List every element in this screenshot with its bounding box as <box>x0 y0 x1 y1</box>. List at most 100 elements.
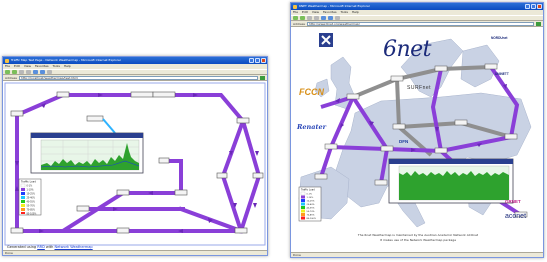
node[interactable] <box>130 91 154 98</box>
menu-favorites[interactable]: Favorites <box>35 64 49 69</box>
graph-area <box>399 171 509 200</box>
node[interactable] <box>434 65 448 72</box>
address-label: Address <box>5 75 17 80</box>
link-top-right[interactable] <box>151 93 246 124</box>
back-icon[interactable] <box>293 16 298 20</box>
menu-file[interactable]: File <box>293 10 298 15</box>
search-icon[interactable] <box>40 70 45 74</box>
menu-file[interactable]: File <box>5 64 10 69</box>
menu-tools[interactable]: Tools <box>341 10 348 15</box>
forward-icon[interactable] <box>12 70 17 74</box>
stop-icon[interactable] <box>307 16 312 20</box>
node[interactable] <box>252 172 264 179</box>
node[interactable] <box>236 117 250 124</box>
status-bar: Done <box>291 252 543 257</box>
6net-x-icon <box>319 33 333 47</box>
node[interactable] <box>374 179 388 186</box>
weathermap-link[interactable]: Network Weathermap <box>54 245 92 249</box>
node[interactable] <box>324 143 338 150</box>
uninett-logo: UNINETT <box>495 72 509 76</box>
grey-link[interactable] <box>440 65 492 71</box>
node[interactable] <box>86 115 104 122</box>
link-top-left[interactable] <box>14 93 133 118</box>
legend-label: 1-10% <box>27 189 34 192</box>
legend-label: 40-55% <box>27 201 35 204</box>
address-input[interactable]: http://www.6net.org/weathermap/ <box>306 21 534 26</box>
node[interactable] <box>152 91 176 98</box>
stop-icon[interactable] <box>19 70 24 74</box>
grnet-logo: GRNET <box>505 199 521 204</box>
node[interactable] <box>234 227 248 234</box>
node[interactable] <box>434 147 448 154</box>
favorites-icon[interactable] <box>335 16 340 20</box>
address-input[interactable]: http://localhost/weathermap/test.html <box>18 75 258 80</box>
maximize-button[interactable] <box>531 4 536 9</box>
node[interactable] <box>454 119 468 126</box>
node[interactable] <box>216 172 228 179</box>
node[interactable] <box>174 189 188 196</box>
go-button[interactable] <box>260 75 265 80</box>
forward-icon[interactable] <box>300 16 305 20</box>
go-button[interactable] <box>536 21 541 26</box>
dfn-logo: DFN <box>399 139 409 144</box>
menu-view[interactable]: View <box>24 64 31 69</box>
legend-label: 25-40% <box>307 204 315 206</box>
page-content: Traffic Load 0-1% 1-10% 10-25% 25-40% 40… <box>3 81 267 250</box>
legend-label: 25-40% <box>27 197 35 200</box>
legend-label: 85-100% <box>27 213 37 216</box>
surfnet-logo: SURFnet <box>407 85 432 91</box>
node[interactable] <box>484 63 498 70</box>
footer-credit: Generated using RRD with Network Weather… <box>7 245 93 249</box>
close-button[interactable] <box>261 58 266 63</box>
node[interactable] <box>76 205 90 212</box>
browser-window-right: 6NET Weathermap - Microsoft Internet Exp… <box>290 2 544 258</box>
node[interactable] <box>504 133 518 140</box>
legend-label: 1-10% <box>307 197 314 199</box>
node[interactable] <box>390 75 404 82</box>
node[interactable] <box>314 173 328 180</box>
legend-label: 70-85% <box>307 214 315 216</box>
credit-line-2: It makes use of the Network Weathermap p… <box>379 238 457 242</box>
menu-help[interactable]: Help <box>64 64 71 69</box>
home-icon[interactable] <box>321 16 326 20</box>
traffic-graph-popup <box>388 158 514 204</box>
back-icon[interactable] <box>5 70 10 74</box>
link[interactable] <box>330 145 388 151</box>
refresh-icon[interactable] <box>314 16 319 20</box>
node[interactable] <box>10 110 24 117</box>
traffic-graph-popup <box>30 132 144 174</box>
menu-edit[interactable]: Edit <box>14 64 20 69</box>
node[interactable] <box>158 157 170 164</box>
menu-tools[interactable]: Tools <box>53 64 60 69</box>
node[interactable] <box>56 91 70 98</box>
maximize-button[interactable] <box>255 58 260 63</box>
browser-window-left: Traffic Map Test Page - Network Weatherm… <box>2 56 268 256</box>
minimize-button[interactable] <box>249 58 254 63</box>
node[interactable] <box>10 227 24 234</box>
node[interactable] <box>392 123 406 130</box>
menu-view[interactable]: View <box>312 10 319 15</box>
search-icon[interactable] <box>328 16 333 20</box>
menu-edit[interactable]: Edit <box>302 10 308 15</box>
node[interactable] <box>346 93 360 100</box>
close-button[interactable] <box>537 4 542 9</box>
legend-label: 55-70% <box>27 205 35 208</box>
fccn-logo: FCCN <box>299 87 324 97</box>
menu-help[interactable]: Help <box>352 10 359 15</box>
favorites-icon[interactable] <box>47 70 52 74</box>
refresh-icon[interactable] <box>26 70 31 74</box>
link-center-loop[interactable] <box>161 159 183 195</box>
node[interactable] <box>116 189 130 196</box>
legend-label: 85-100% <box>307 218 316 220</box>
title-bar[interactable]: Traffic Map Test Page - Network Weatherm… <box>3 57 267 64</box>
title-bar[interactable]: 6NET Weathermap - Microsoft Internet Exp… <box>291 3 543 10</box>
weathermap-left: Traffic Load 0-1% 1-10% 10-25% 25-40% 40… <box>4 82 266 246</box>
popup-pointer <box>102 118 116 134</box>
node[interactable] <box>116 227 130 234</box>
grey-link[interactable] <box>395 78 401 128</box>
minimize-button[interactable] <box>525 4 530 9</box>
home-icon[interactable] <box>33 70 38 74</box>
rrd-link[interactable]: RRD <box>37 245 45 249</box>
node[interactable] <box>380 145 394 152</box>
menu-favorites[interactable]: Favorites <box>323 10 337 15</box>
